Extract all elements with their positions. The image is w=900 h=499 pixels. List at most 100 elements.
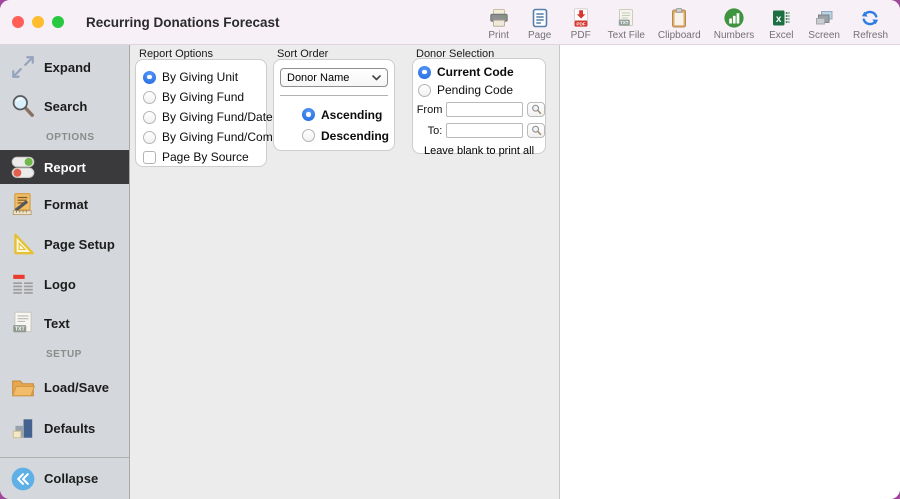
radio-current-code[interactable]: Current Code — [413, 63, 545, 81]
export-toolbar: Print Page PDF PDF — [485, 4, 900, 41]
report-options-panel: By Giving Unit By Giving Fund By Giving … — [135, 59, 267, 167]
logo-icon — [10, 271, 36, 297]
search-icon — [10, 93, 36, 119]
toolbar-item-label: Excel — [769, 30, 793, 41]
pdf-button[interactable]: PDF PDF — [567, 7, 595, 41]
to-field-row: To: — [413, 120, 545, 141]
from-input[interactable] — [446, 102, 523, 117]
printer-icon — [488, 7, 510, 29]
expand-icon — [10, 54, 36, 80]
radio-label: By Giving Unit — [162, 70, 238, 84]
radio-descending[interactable]: Descending — [274, 125, 394, 146]
to-label: To: — [415, 125, 442, 137]
sidebar-item-logo[interactable]: Logo — [0, 264, 129, 304]
toolbar-item-label: Clipboard — [658, 30, 701, 41]
radio-button[interactable] — [302, 129, 315, 142]
radio-by-giving-fund-comp[interactable]: By Giving Fund/Comp — [136, 127, 266, 147]
radio-pending-code[interactable]: Pending Code — [413, 81, 545, 99]
sidebar-item-label: Collapse — [44, 471, 98, 486]
format-icon — [10, 191, 36, 217]
chevron-down-icon — [372, 75, 381, 81]
toolbar-item-label: Page — [528, 30, 551, 41]
sidebar-item-defaults[interactable]: Defaults — [0, 407, 129, 449]
sidebar: Expand Search OPTIONS Report — [0, 45, 130, 499]
minimize-window-button[interactable] — [32, 16, 44, 28]
sidebar-item-load-save[interactable]: Load/Save — [0, 367, 129, 407]
report-preview-pane — [560, 45, 900, 499]
radio-label: By Giving Fund/Comp — [162, 130, 279, 144]
report-options-area: Report Options By Giving Unit By Giving … — [130, 45, 560, 499]
radio-label: Descending — [321, 129, 389, 143]
sidebar-item-label: Page Setup — [44, 237, 115, 252]
excel-button[interactable]: x Excel — [767, 7, 795, 41]
from-lookup-button[interactable] — [527, 102, 545, 117]
svg-text:TXT: TXT — [620, 20, 629, 25]
from-field-row: From — [413, 99, 545, 120]
excel-icon: x — [770, 7, 792, 29]
radio-label: Pending Code — [437, 83, 513, 97]
sidebar-item-format[interactable]: Format — [0, 184, 129, 224]
radio-label: By Giving Fund — [162, 90, 244, 104]
clipboard-icon — [668, 7, 690, 29]
sidebar-item-label: Expand — [44, 60, 91, 75]
sidebar-item-label: Logo — [44, 277, 76, 292]
screen-button[interactable]: Screen — [808, 7, 840, 41]
sidebar-item-search[interactable]: Search — [0, 87, 129, 125]
print-button[interactable]: Print — [485, 7, 513, 41]
report-toggles-icon — [10, 154, 36, 180]
sort-field-dropdown[interactable]: Donor Name — [280, 68, 388, 87]
sidebar-collapse-button[interactable]: Collapse — [0, 457, 129, 499]
checkbox-page-by-source[interactable]: Page By Source — [136, 147, 266, 167]
sidebar-item-page-setup[interactable]: Page Setup — [0, 224, 129, 264]
donor-selection-panel: Current Code Pending Code From — [412, 58, 546, 154]
toolbar-item-label: Print — [488, 30, 509, 41]
sidebar-item-text[interactable]: TXT Text — [0, 304, 129, 342]
radio-button[interactable] — [418, 66, 431, 79]
numbers-icon — [723, 7, 745, 29]
sidebar-item-expand[interactable]: Expand — [0, 47, 129, 87]
radio-ascending[interactable]: Ascending — [274, 104, 394, 125]
svg-text:PDF: PDF — [576, 21, 585, 26]
to-input[interactable] — [446, 123, 523, 138]
donor-selection-note: Leave blank to print all — [413, 145, 545, 157]
sidebar-section-setup: SETUP — [0, 342, 129, 367]
to-lookup-button[interactable] — [527, 123, 545, 138]
refresh-button[interactable]: Refresh — [853, 7, 888, 41]
clipboard-button[interactable]: Clipboard — [658, 7, 701, 41]
radio-by-giving-fund-date[interactable]: By Giving Fund/Date — [136, 107, 266, 127]
sidebar-item-label: Load/Save — [44, 380, 109, 395]
radio-button[interactable] — [143, 71, 156, 84]
toolbar-item-label: Text File — [608, 30, 645, 41]
radio-by-giving-fund[interactable]: By Giving Fund — [136, 87, 266, 107]
sidebar-item-label: Report — [44, 160, 86, 175]
radio-by-giving-unit[interactable]: By Giving Unit — [136, 67, 266, 87]
from-label: From — [415, 104, 442, 116]
checkbox-label: Page By Source — [162, 150, 249, 164]
sidebar-item-report[interactable]: Report — [0, 150, 129, 184]
folder-icon — [10, 374, 36, 400]
svg-text:x: x — [776, 13, 782, 24]
text-file-button[interactable]: TXT Text File — [608, 7, 645, 41]
radio-label: By Giving Fund/Date — [162, 110, 273, 124]
zoom-window-button[interactable] — [52, 16, 64, 28]
window-title: Recurring Donations Forecast — [86, 15, 280, 30]
page-button[interactable]: Page — [526, 7, 554, 41]
numbers-button[interactable]: Numbers — [714, 7, 755, 41]
screen-icon — [813, 7, 835, 29]
divider — [280, 95, 388, 96]
page-setup-icon — [10, 231, 36, 257]
page-icon — [529, 7, 551, 29]
checkbox[interactable] — [143, 151, 156, 164]
app-window: Recurring Donations Forecast Print Page — [0, 0, 900, 499]
radio-button[interactable] — [302, 108, 315, 121]
close-window-button[interactable] — [12, 16, 24, 28]
radio-button[interactable] — [418, 84, 431, 97]
radio-button[interactable] — [143, 111, 156, 124]
sidebar-item-label: Format — [44, 197, 88, 212]
traffic-lights — [12, 16, 64, 28]
dropdown-value: Donor Name — [287, 72, 349, 84]
sidebar-item-label: Text — [44, 316, 70, 331]
sort-order-panel: Donor Name Ascending Descending — [273, 59, 395, 151]
radio-button[interactable] — [143, 91, 156, 104]
radio-button[interactable] — [143, 131, 156, 144]
